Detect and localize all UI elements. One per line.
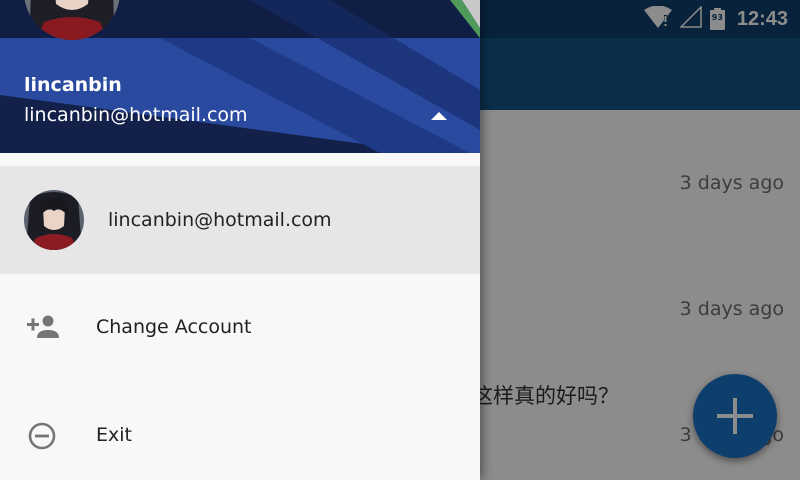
header-divider	[0, 153, 480, 166]
arrow-up-icon	[431, 112, 447, 120]
menu-item-label: Change Account	[96, 316, 252, 338]
remove-circle-icon	[24, 422, 60, 450]
menu-item-exit[interactable]: Exit	[0, 382, 480, 480]
account-list-email: lincanbin@hotmail.com	[108, 209, 332, 231]
menu-item-label: Exit	[96, 424, 132, 446]
navigation-drawer: lincanbin lincanbin@hotmail.com lincanbi…	[0, 0, 480, 480]
account-dropdown-toggle[interactable]	[424, 104, 454, 128]
drawer-header: lincanbin lincanbin@hotmail.com	[0, 0, 480, 153]
account-name: lincanbin	[24, 74, 122, 96]
account-list-item[interactable]: lincanbin@hotmail.com	[0, 166, 480, 274]
menu-item-change-account[interactable]: Change Account	[0, 274, 480, 382]
account-email: lincanbin@hotmail.com	[24, 104, 248, 126]
avatar	[24, 190, 84, 250]
person-add-icon	[24, 314, 60, 342]
